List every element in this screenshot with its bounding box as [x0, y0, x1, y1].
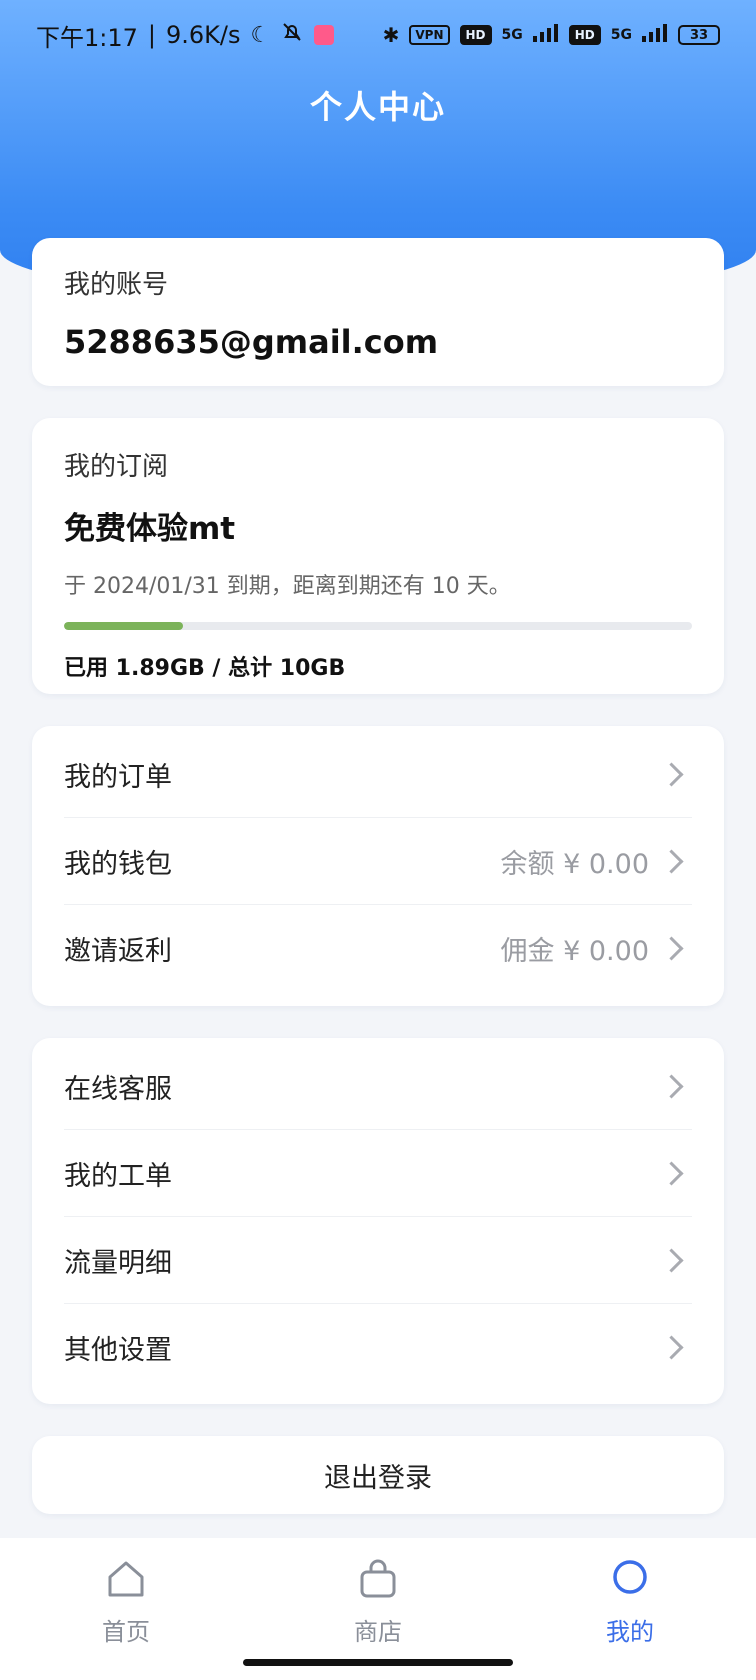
signal-bars-icon-2 — [642, 24, 668, 46]
chevron-right-icon — [659, 1073, 684, 1099]
signal-bars-icon — [532, 24, 559, 46]
app-notification-icon — [314, 25, 335, 45]
status-speed: 9.6K/s — [166, 21, 241, 49]
menu-item-tickets[interactable]: 我的工单 — [64, 1130, 692, 1217]
status-separator: | — [147, 21, 156, 49]
chevron-right-icon — [659, 1247, 684, 1273]
chevron-right-icon — [659, 935, 684, 961]
menu-card-account: 我的订单 我的钱包 余额 ¥ 0.00 邀请返利 佣金 ¥ 0.00 — [32, 726, 724, 1006]
menu-item-orders[interactable]: 我的订单 — [64, 731, 692, 818]
menu-item-invite[interactable]: 邀请返利 佣金 ¥ 0.00 — [64, 905, 692, 991]
account-email: 5288635@gmail.com — [64, 323, 439, 361]
hd-icon: HD — [459, 25, 492, 45]
tab-shop-label: 商店 — [354, 1618, 402, 1646]
invite-commission: 佣金 ¥ 0.00 — [500, 935, 649, 967]
signal-5g-icon-2: 5G — [610, 27, 632, 43]
subscription-plan: 免费体验mt — [64, 511, 236, 547]
usage-progress-fill — [64, 622, 183, 630]
chevron-right-icon — [659, 761, 684, 787]
subscription-label: 我的订阅 — [64, 452, 169, 482]
menu-item-settings[interactable]: 其他设置 — [64, 1304, 692, 1390]
vpn-icon: VPN — [409, 25, 450, 45]
wallet-balance: 余额 ¥ 0.00 — [500, 848, 649, 880]
menu-item-settings-label: 其他设置 — [64, 1334, 172, 1366]
home-indicator — [243, 1659, 513, 1666]
logout-button[interactable]: 退出登录 — [32, 1436, 724, 1514]
menu-item-invite-label: 邀请返利 — [64, 935, 172, 967]
account-card: 我的账号 5288635@gmail.com — [32, 238, 724, 386]
menu-item-tickets-label: 我的工单 — [64, 1160, 172, 1192]
logout-label: 退出登录 — [324, 1462, 432, 1494]
bluetooth-icon: ✱ — [382, 23, 400, 47]
subscription-expiry: 于 2024/01/31 到期，距离到期还有 10 天。 — [64, 574, 511, 599]
moon-icon: ☾ — [250, 22, 271, 48]
tab-home[interactable]: 首页 — [46, 1558, 206, 1647]
chevron-right-icon — [659, 1160, 684, 1186]
home-icon — [105, 1558, 147, 1604]
profile-circle-icon — [609, 1558, 651, 1604]
page-title: 个人中心 — [309, 88, 446, 126]
tab-mine-label: 我的 — [606, 1618, 654, 1646]
battery-icon: 33 — [678, 25, 720, 45]
chevron-right-icon — [659, 848, 684, 874]
status-bar: 下午1:17 | 9.6K/s ☾ ✱ VPN HD 5G HD 5G 33 — [0, 0, 756, 70]
bell-muted-icon — [280, 20, 304, 50]
menu-card-support: 在线客服 我的工单 流量明细 其他设置 — [32, 1038, 724, 1404]
menu-item-service-label: 在线客服 — [64, 1073, 172, 1105]
account-label: 我的账号 — [64, 270, 169, 300]
status-time: 下午1:17 — [36, 23, 138, 52]
menu-item-traffic[interactable]: 流量明细 — [64, 1217, 692, 1304]
subscription-card: 我的订阅 免费体验mt 于 2024/01/31 到期，距离到期还有 10 天。… — [32, 418, 724, 694]
tab-home-label: 首页 — [102, 1618, 150, 1646]
menu-item-orders-label: 我的订单 — [64, 761, 172, 793]
menu-item-wallet-label: 我的钱包 — [64, 848, 172, 880]
tab-mine[interactable]: 我的 — [550, 1558, 710, 1647]
shopping-bag-icon — [357, 1558, 399, 1604]
tab-shop[interactable]: 商店 — [298, 1558, 458, 1647]
usage-progress-bar — [64, 622, 692, 630]
chevron-right-icon — [659, 1334, 684, 1360]
hd-icon-2: HD — [568, 25, 601, 45]
signal-5g-icon: 5G — [501, 27, 523, 43]
usage-text: 已用 1.89GB / 总计 10GB — [64, 656, 346, 681]
menu-item-traffic-label: 流量明细 — [64, 1247, 172, 1279]
menu-item-service[interactable]: 在线客服 — [64, 1043, 692, 1130]
menu-item-wallet[interactable]: 我的钱包 余额 ¥ 0.00 — [64, 818, 692, 905]
